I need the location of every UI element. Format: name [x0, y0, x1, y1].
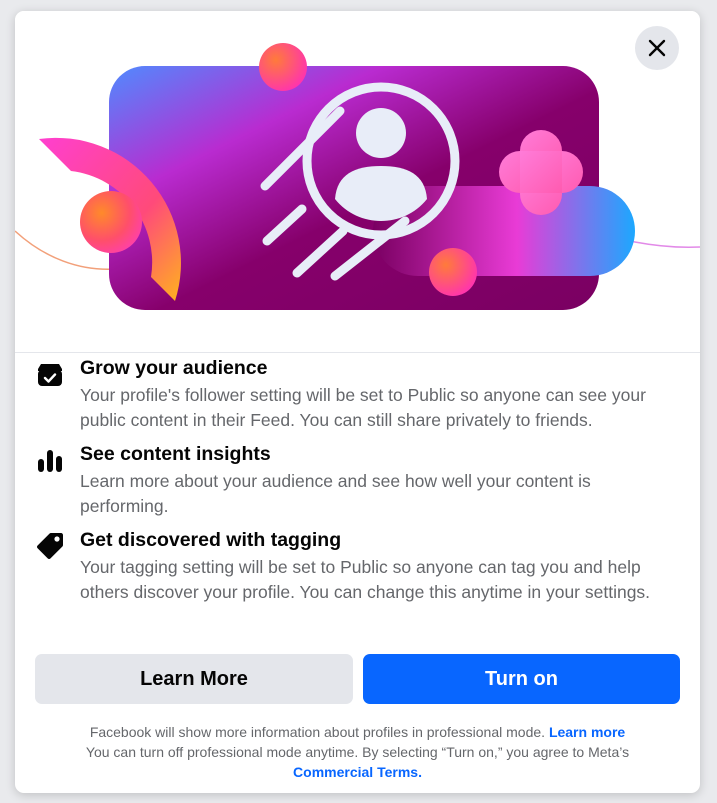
footer-text: Facebook will show more information abou… — [89, 724, 546, 740]
feature-description: Your tagging setting will be set to Publ… — [80, 557, 651, 602]
feature-content-insights: See content insights Learn more about yo… — [35, 443, 685, 523]
tag-icon — [35, 531, 65, 561]
bar-chart-icon — [35, 445, 65, 475]
feature-grow-audience: Grow your audience Your profile's follow… — [35, 357, 685, 437]
feature-tagging: Get discovered with tagging Your tagging… — [35, 529, 685, 639]
close-icon — [648, 39, 666, 57]
feature-title: See content insights — [80, 443, 271, 465]
commercial-terms-link[interactable]: Commercial Terms. — [293, 764, 422, 780]
footer-line-3: Commercial Terms. — [35, 762, 680, 782]
footer-legal-text: Facebook will show more information abou… — [35, 722, 680, 782]
feature-title: Grow your audience — [80, 357, 268, 379]
learn-more-button[interactable]: Learn More — [35, 654, 353, 704]
feature-description: Your profile's follower setting will be … — [80, 385, 646, 430]
storefront-icon — [35, 359, 65, 389]
feature-title: Get discovered with tagging — [80, 529, 342, 551]
professional-mode-dialog: Grow your audience Your profile's follow… — [15, 11, 700, 793]
hero-illustration — [15, 11, 700, 352]
close-button[interactable] — [635, 26, 679, 70]
feature-description: Learn more about your audience and see h… — [80, 471, 591, 516]
learn-more-link[interactable]: Learn more — [549, 724, 625, 740]
footer-line-2: You can turn off professional mode anyti… — [85, 744, 630, 760]
hero-divider — [15, 352, 700, 353]
turn-on-button[interactable]: Turn on — [363, 654, 680, 704]
footer-line-1: Facebook will show more information abou… — [35, 722, 680, 742]
